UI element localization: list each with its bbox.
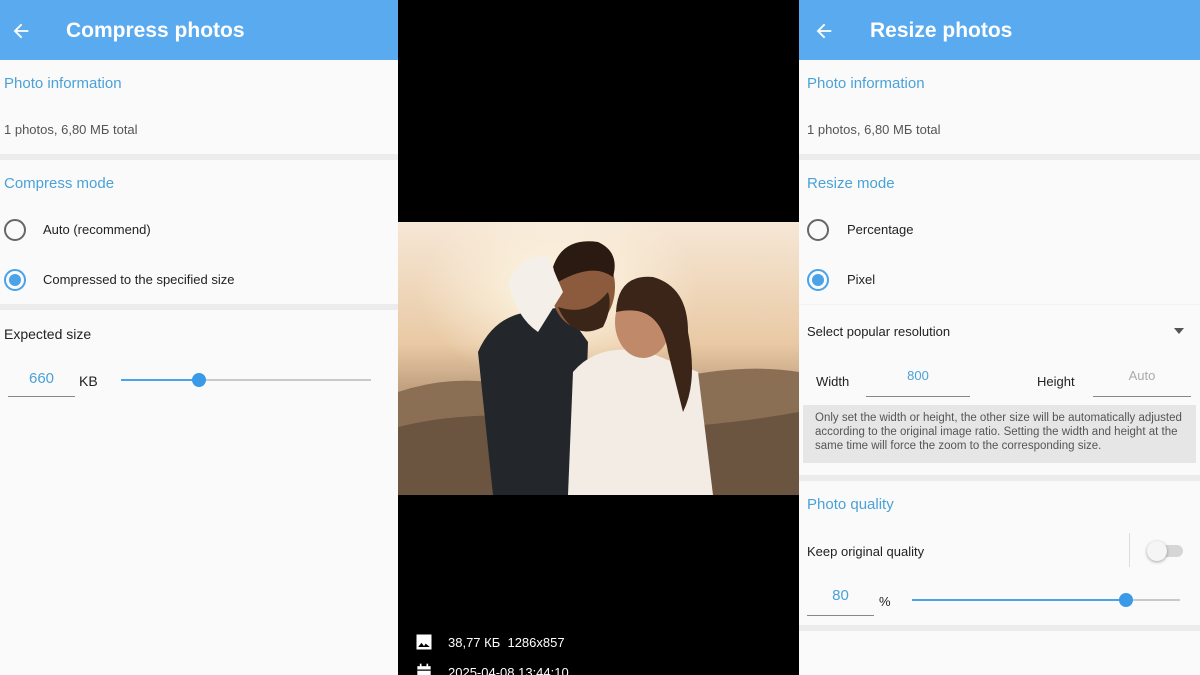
photo-info-card: Photo information 1 photos, 6,80 МБ tota… <box>0 60 398 154</box>
divider <box>1129 533 1130 567</box>
photo-quality-heading: Photo quality <box>807 496 894 513</box>
photo-info-summary: 1 photos, 6,80 МБ total <box>807 122 941 137</box>
quality-input[interactable]: 80 <box>807 587 874 616</box>
image-icon <box>416 634 432 650</box>
compress-mode-heading: Compress mode <box>4 175 115 192</box>
photo-info-card: Photo information 1 photos, 6,80 МБ tota… <box>799 60 1200 154</box>
photo-info-summary: 1 photos, 6,80 МБ total <box>4 122 138 137</box>
file-info-row: 38,77 КБ 1286x857 <box>414 632 565 652</box>
photo-quality-card: Photo quality Keep original quality 80 % <box>799 481 1200 625</box>
radio-percentage[interactable] <box>807 219 829 241</box>
file-info-text: 38,77 КБ 1286x857 <box>448 634 565 650</box>
slider-thumb[interactable] <box>191 373 206 387</box>
size-unit: KB <box>79 373 98 389</box>
compress-mode-card: Compress mode Auto (recommend) Compresse… <box>0 160 398 304</box>
date-row: 2025-04-08 13:44:10 <box>414 662 569 675</box>
back-arrow-icon[interactable] <box>10 20 32 42</box>
page-title: Resize photos <box>870 19 1013 42</box>
option-auto-label[interactable]: Auto (recommend) <box>43 222 151 237</box>
option-specified-size-label[interactable]: Compressed to the specified size <box>43 272 234 287</box>
height-label: Height <box>1037 374 1075 389</box>
quality-slider[interactable] <box>912 593 1180 607</box>
photo-preview: 38,77 КБ 1286x857 2025-04-08 13:44:10 <box>398 0 799 675</box>
keep-original-toggle[interactable] <box>1147 541 1183 561</box>
quality-unit: % <box>879 594 891 609</box>
slider-thumb[interactable] <box>1119 593 1134 607</box>
expected-size-slider[interactable] <box>121 373 371 387</box>
compress-app-bar: Compress photos <box>0 0 398 60</box>
date-text: 2025-04-08 13:44:10 <box>448 664 569 675</box>
resize-mode-heading: Resize mode <box>807 175 895 192</box>
page-title: Compress photos <box>66 19 245 42</box>
bottom-card <box>799 631 1200 675</box>
radio-pixel[interactable] <box>807 269 829 291</box>
photo-info-heading: Photo information <box>807 75 925 92</box>
resize-help-note: Only set the width or height, the other … <box>803 405 1196 463</box>
chevron-down-icon[interactable] <box>1174 328 1184 334</box>
expected-size-card: Expected size 660 KB <box>0 310 398 675</box>
popular-resolution-select[interactable]: Select popular resolution <box>807 324 950 339</box>
radio-auto[interactable] <box>4 219 26 241</box>
resize-app-bar: Resize photos <box>799 0 1200 60</box>
photo-info-heading: Photo information <box>4 75 122 92</box>
back-arrow-icon[interactable] <box>813 20 835 42</box>
resize-mode-card: Resize mode Percentage Pixel <box>799 160 1200 304</box>
compress-photos-screen: Compress photos Photo information 1 phot… <box>0 0 398 675</box>
height-input[interactable]: Auto <box>1093 365 1191 397</box>
calendar-icon <box>417 663 431 675</box>
expected-size-input[interactable]: 660 <box>8 370 75 397</box>
width-input[interactable]: 800 <box>866 365 970 397</box>
resize-photos-screen: Resize photos Photo information 1 photos… <box>799 0 1200 675</box>
photo-couple-sunset <box>398 222 799 495</box>
option-percentage-label[interactable]: Percentage <box>847 222 914 237</box>
keep-original-label: Keep original quality <box>807 544 925 559</box>
radio-specified-size[interactable] <box>4 269 26 291</box>
resolution-card: Select popular resolution Width 800 Heig… <box>799 305 1200 475</box>
width-label: Width <box>816 374 850 389</box>
expected-size-label: Expected size <box>4 326 92 342</box>
option-pixel-label[interactable]: Pixel <box>847 272 875 287</box>
